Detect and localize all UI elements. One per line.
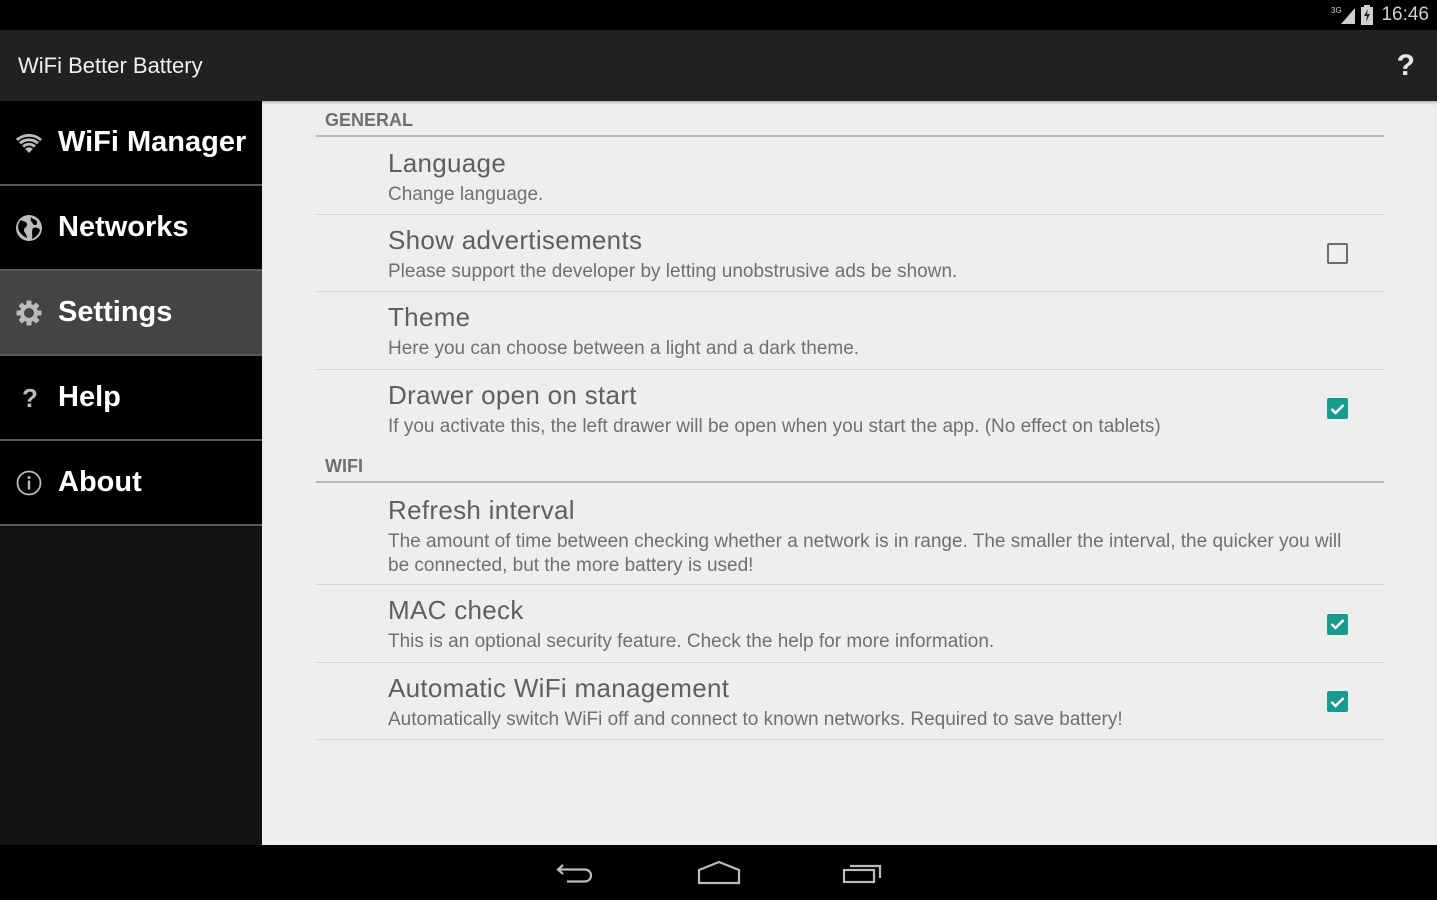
signal-icon: 3G bbox=[1331, 5, 1357, 25]
pref-summary: Change language. bbox=[388, 184, 544, 205]
pref-automatic-wifi-management[interactable]: Automatic WiFi management Automatically … bbox=[316, 663, 1384, 740]
pref-title: Refresh interval bbox=[388, 495, 575, 525]
pref-mac-check[interactable]: MAC check This is an optional security f… bbox=[316, 585, 1384, 663]
app-title: WiFi Better Battery bbox=[18, 52, 203, 78]
checkmark-icon bbox=[1330, 619, 1345, 630]
drawer-item-label: Settings bbox=[58, 296, 173, 328]
home-button[interactable] bbox=[647, 845, 791, 900]
status-time: 16:46 bbox=[1381, 4, 1429, 25]
drawer-item-about[interactable]: About bbox=[0, 441, 262, 526]
globe-icon bbox=[14, 213, 44, 243]
back-icon bbox=[555, 863, 592, 883]
preferences-list: GENERAL Language Change language. Show a… bbox=[316, 101, 1384, 740]
category-title: WIFI bbox=[325, 456, 363, 476]
recents-icon bbox=[842, 864, 881, 883]
info-icon bbox=[14, 468, 44, 498]
back-button[interactable] bbox=[503, 845, 647, 900]
pref-summary: Please support the developer by letting … bbox=[388, 261, 958, 282]
pref-title: MAC check bbox=[388, 595, 524, 625]
wifi-icon bbox=[14, 128, 44, 158]
drawer-item-label: Networks bbox=[58, 211, 189, 243]
drawer-item-wifi-manager[interactable]: WiFi Manager bbox=[0, 101, 262, 186]
pref-theme[interactable]: Theme Here you can choose between a ligh… bbox=[316, 292, 1384, 370]
pref-title: Language bbox=[388, 148, 507, 178]
drawer-item-help[interactable]: ? Help bbox=[0, 356, 262, 441]
system-nav-bar bbox=[0, 845, 1437, 900]
action-bar: WiFi Better Battery ? bbox=[0, 30, 1437, 101]
pref-title: Theme bbox=[388, 302, 471, 332]
drawer-item-label: WiFi Manager bbox=[58, 126, 247, 158]
checkmark-icon bbox=[1330, 403, 1345, 415]
recents-button[interactable] bbox=[791, 845, 935, 900]
pref-language[interactable]: Language Change language. bbox=[316, 137, 1384, 215]
pref-title: Automatic WiFi management bbox=[388, 673, 730, 703]
drawer-item-label: About bbox=[58, 466, 142, 498]
drawer-open-on-start-checkbox[interactable] bbox=[1327, 398, 1348, 419]
pref-summary: This is an optional security feature. Ch… bbox=[388, 631, 995, 652]
show-advertisements-checkbox[interactable] bbox=[1327, 243, 1348, 264]
help-button[interactable]: ? bbox=[1393, 49, 1419, 83]
home-icon bbox=[697, 860, 740, 884]
category-general: GENERAL bbox=[316, 101, 1384, 137]
automatic-wifi-management-checkbox[interactable] bbox=[1327, 691, 1348, 712]
pref-summary: If you activate this, the left drawer wi… bbox=[388, 416, 1161, 437]
pref-drawer-open-on-start[interactable]: Drawer open on start If you activate thi… bbox=[316, 370, 1384, 446]
pref-summary: Here you can choose between a light and … bbox=[388, 338, 860, 359]
question-icon: ? bbox=[14, 383, 44, 413]
pref-show-advertisements[interactable]: Show advertisements Please support the d… bbox=[316, 215, 1384, 292]
category-wifi: WIFI bbox=[316, 446, 1384, 483]
pref-summary: The amount of time between checking whet… bbox=[388, 531, 1342, 576]
mac-check-checkbox[interactable] bbox=[1327, 613, 1348, 635]
pref-refresh-interval[interactable]: Refresh interval The amount of time betw… bbox=[316, 483, 1384, 585]
pref-title: Show advertisements bbox=[388, 225, 643, 255]
network-type-label: 3G bbox=[1331, 6, 1342, 15]
navigation-drawer: WiFi Manager Networks Settings ? Help Ab… bbox=[0, 101, 262, 845]
battery-charging-icon bbox=[1361, 5, 1374, 25]
drawer-item-settings[interactable]: Settings bbox=[0, 271, 262, 356]
svg-text:?: ? bbox=[22, 384, 38, 412]
pref-summary: Automatically switch WiFi off and connec… bbox=[388, 709, 1123, 730]
gear-icon bbox=[14, 298, 44, 328]
drawer-item-label: Help bbox=[58, 381, 121, 413]
status-bar: 3G 16:46 bbox=[0, 0, 1437, 30]
settings-panel: GENERAL Language Change language. Show a… bbox=[262, 101, 1437, 845]
checkmark-icon bbox=[1330, 696, 1345, 708]
category-title: GENERAL bbox=[325, 110, 414, 130]
drawer-item-networks[interactable]: Networks bbox=[0, 186, 262, 271]
pref-title: Drawer open on start bbox=[388, 380, 637, 410]
